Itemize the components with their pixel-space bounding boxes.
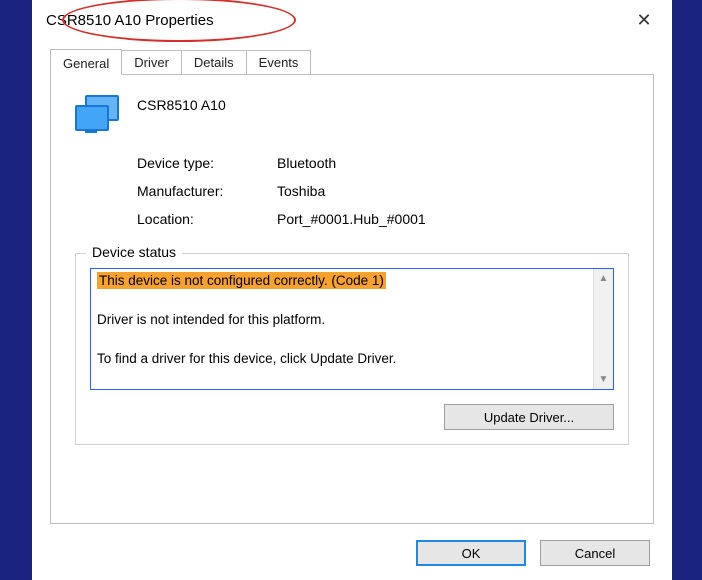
tab-general[interactable]: General (50, 49, 122, 75)
device-status-box: This device is not configured correctly.… (90, 268, 614, 390)
device-status-legend: Device status (86, 244, 182, 260)
scrollbar[interactable]: ▲ ▼ (593, 269, 613, 389)
update-driver-row: Update Driver... (90, 404, 614, 430)
tab-events[interactable]: Events (246, 50, 312, 74)
label-device-type: Device type: (137, 155, 277, 171)
value-location: Port_#0001.Hub_#0001 (277, 211, 629, 227)
dialog-body: General Driver Details Events CSR8510 A1… (32, 40, 672, 524)
status-line-2: Driver is not intended for this platform… (97, 312, 325, 327)
tab-driver[interactable]: Driver (121, 50, 182, 74)
scroll-up-icon[interactable]: ▲ (599, 273, 609, 284)
label-manufacturer: Manufacturer: (137, 183, 277, 199)
cancel-button[interactable]: Cancel (540, 540, 650, 566)
dialog-button-row: OK Cancel (416, 540, 650, 566)
titlebar: CSR8510 A10 Properties ✕ (32, 0, 672, 40)
close-icon[interactable]: ✕ (628, 10, 660, 31)
tab-row: General Driver Details Events (50, 48, 654, 74)
window-title: CSR8510 A10 Properties (46, 12, 214, 29)
status-line-1: This device is not configured correctly.… (97, 272, 386, 289)
ok-button[interactable]: OK (416, 540, 526, 566)
tab-panel-general: CSR8510 A10 Device type: Bluetooth Manuf… (50, 74, 654, 524)
device-icon (75, 95, 119, 135)
scroll-down-icon[interactable]: ▼ (599, 374, 609, 385)
status-line-3: To find a driver for this device, click … (97, 351, 396, 366)
tab-details[interactable]: Details (181, 50, 247, 74)
properties-dialog: CSR8510 A10 Properties ✕ General Driver … (32, 0, 672, 580)
value-manufacturer: Toshiba (277, 183, 629, 199)
device-status-text: This device is not configured correctly.… (91, 269, 593, 389)
device-name: CSR8510 A10 (137, 93, 226, 113)
device-status-group: Device status This device is not configu… (75, 253, 629, 445)
property-list: Device type: Bluetooth Manufacturer: Tos… (137, 155, 629, 227)
device-header: CSR8510 A10 (75, 93, 629, 135)
label-location: Location: (137, 211, 277, 227)
value-device-type: Bluetooth (277, 155, 629, 171)
update-driver-button[interactable]: Update Driver... (444, 404, 614, 430)
